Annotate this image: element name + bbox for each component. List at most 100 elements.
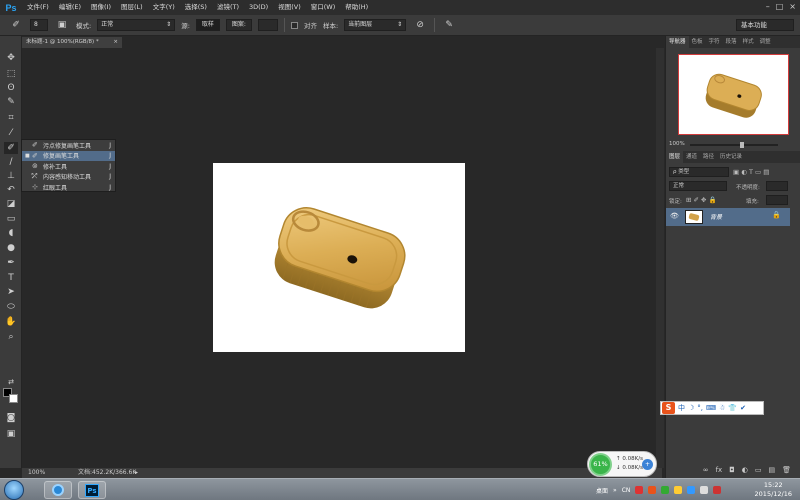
tab-character[interactable]: 字符 <box>706 36 723 48</box>
lock-icons[interactable]: ⊞ ✐ ✥ 🔒 <box>686 196 717 204</box>
tab-paths[interactable]: 路径 <box>700 151 717 163</box>
moon-icon[interactable]: ☽ <box>688 404 694 412</box>
background-color-swatch[interactable] <box>9 394 18 403</box>
skin-icon[interactable]: ☃ <box>719 404 725 412</box>
mode-select[interactable]: 正常 ⇕ <box>97 19 176 31</box>
close-button[interactable]: × <box>789 2 796 11</box>
ime-language[interactable]: 中 <box>678 403 685 413</box>
taskbar-photoshop-button[interactable]: Ps <box>78 481 106 499</box>
lasso-tool-icon[interactable]: ʘ <box>4 82 18 94</box>
layer-filter-icons[interactable]: ▣ ◐ T ▭ ▤ <box>733 168 769 176</box>
menu-edit[interactable]: 编辑(E) <box>54 0 86 15</box>
language-indicator[interactable]: CN <box>622 487 631 494</box>
network-speed-widget[interactable]: 61% ↑ 0.08K/s ↓ 0.08K/s + <box>587 451 657 477</box>
navigator-zoom[interactable]: 100% <box>669 141 685 147</box>
brush-tool-icon[interactable]: ∕ <box>4 156 18 168</box>
close-icon[interactable]: × <box>113 37 118 48</box>
menu-window[interactable]: 窗口(W) <box>306 0 341 15</box>
ignore-adjustment-icon[interactable]: ⊘ <box>412 18 428 32</box>
menu-view[interactable]: 视图(V) <box>273 0 306 15</box>
tab-layers[interactable]: 图层 <box>666 151 684 163</box>
fill-field[interactable] <box>766 195 788 205</box>
tray-sogou-icon[interactable] <box>648 486 657 494</box>
tab-channels[interactable]: 通道 <box>683 151 700 163</box>
swap-colors-icon[interactable]: ⇄ <box>4 376 18 388</box>
healing-brush-preset-icon[interactable]: ✐ <box>8 18 24 32</box>
menu-file[interactable]: 文件(F) <box>22 0 54 15</box>
flyout-item[interactable]: ⊚ 修补工具 J <box>22 161 115 172</box>
tray-app-icon[interactable] <box>635 486 644 494</box>
menu-image[interactable]: 图像(I) <box>86 0 116 15</box>
layer-row[interactable]: 👁 背景 🔒 <box>666 208 790 226</box>
keyboard-icon[interactable]: ⌨ <box>706 404 716 412</box>
slider-knob[interactable] <box>740 142 744 148</box>
tools-icon[interactable]: ✔ <box>740 404 746 412</box>
eyedropper-tool-icon[interactable]: ⁄ <box>4 127 18 139</box>
chevron-icon[interactable]: » <box>613 487 617 494</box>
flyout-item[interactable]: ■ ✐ 修复画笔工具 J <box>22 150 115 161</box>
delete-layer-icon[interactable]: 🗑 <box>782 466 791 478</box>
menu-type[interactable]: 文字(Y) <box>148 0 180 15</box>
blur-tool-icon[interactable]: ◖ <box>4 227 18 239</box>
workspace-select[interactable]: 基本功能 <box>736 19 794 31</box>
screen-mode-icon[interactable]: ▣ <box>4 428 18 440</box>
pressure-icon[interactable]: ✎ <box>441 18 457 32</box>
desktop-toolbar[interactable]: 桌面 <box>596 486 608 495</box>
status-menu-arrow[interactable]: ▸ <box>135 468 138 478</box>
type-tool-icon[interactable]: T <box>4 272 18 284</box>
navigator-zoom-slider[interactable] <box>690 142 778 148</box>
blend-mode-select[interactable]: 正常 <box>669 181 727 191</box>
tray-flag-icon[interactable] <box>713 486 722 494</box>
tab-swatches[interactable]: 色板 <box>689 36 706 48</box>
dodge-tool-icon[interactable]: ● <box>4 242 18 254</box>
menu-filter[interactable]: 滤镜(T) <box>212 0 244 15</box>
zoom-level[interactable]: 100% <box>28 468 45 478</box>
layer-filter-select[interactable]: ρ 类型 <box>669 167 729 177</box>
link-layers-icon[interactable]: ∞ <box>703 466 709 478</box>
flyout-item[interactable]: ⊹ 红眼工具 J <box>22 182 115 193</box>
eraser-tool-icon[interactable]: ◪ <box>4 198 18 210</box>
crop-tool-icon[interactable]: ⌗ <box>4 112 18 124</box>
clone-stamp-tool-icon[interactable]: ⊥ <box>4 170 18 182</box>
sample-select[interactable]: 当前图层 ⇕ <box>344 19 407 31</box>
tray-volume-icon[interactable] <box>700 486 709 494</box>
opacity-field[interactable] <box>766 181 788 191</box>
tab-navigator[interactable]: 导航器 <box>666 36 689 48</box>
gradient-tool-icon[interactable]: ▭ <box>4 213 18 225</box>
sogou-logo-icon[interactable]: S <box>662 402 675 414</box>
path-select-tool-icon[interactable]: ➤ <box>4 286 18 298</box>
source-sampled-button[interactable]: 取样 <box>195 19 220 31</box>
pattern-picker[interactable] <box>257 19 278 31</box>
minimize-button[interactable]: – <box>766 2 770 11</box>
tab-paragraph[interactable]: 段落 <box>723 36 740 48</box>
move-tool-icon[interactable]: ✥ <box>4 52 18 64</box>
aligned-checkbox[interactable] <box>290 21 298 29</box>
tab-adjustments[interactable]: 调整 <box>757 36 774 48</box>
tray-notify-icon[interactable] <box>674 486 683 494</box>
brush-panel-icon[interactable]: ▣ <box>54 18 70 32</box>
punctuation-icon[interactable]: °, <box>697 404 703 412</box>
layer-style-icon[interactable]: fx <box>716 466 723 478</box>
history-brush-tool-icon[interactable]: ↶ <box>4 184 18 196</box>
flyout-item[interactable]: ✐ 污点修复画笔工具 J <box>22 140 115 151</box>
zoom-tool-icon[interactable]: ⌕ <box>4 331 18 343</box>
menu-layer[interactable]: 图层(L) <box>116 0 148 15</box>
visibility-eye-icon[interactable]: 👁 <box>670 212 679 220</box>
maximize-button[interactable]: □ <box>776 2 784 11</box>
new-group-icon[interactable]: ▭ <box>755 466 762 478</box>
system-clock[interactable]: 15:22 2015/12/16 <box>755 481 792 499</box>
layer-mask-icon[interactable]: ◘ <box>729 466 735 478</box>
tray-security-icon[interactable] <box>661 486 670 494</box>
quick-mask-icon[interactable]: ◙ <box>4 412 18 424</box>
menu-select[interactable]: 选择(S) <box>180 0 212 15</box>
tab-history[interactable]: 历史记录 <box>717 151 745 163</box>
source-pattern-button[interactable]: 图案: <box>225 19 252 31</box>
network-boost-button[interactable]: + <box>642 459 653 470</box>
document-tab[interactable]: 未标题-1 @ 100%(RGB/8) * × <box>22 37 122 48</box>
flyout-item[interactable]: ⤱ 内容感知移动工具 J <box>22 172 115 183</box>
marquee-tool-icon[interactable]: ⬚ <box>4 68 18 80</box>
document-canvas[interactable] <box>213 163 465 352</box>
new-layer-icon[interactable]: ▤ <box>768 466 775 478</box>
healing-brush-tool-icon[interactable]: ✐ <box>4 142 18 154</box>
tab-styles[interactable]: 样式 <box>740 36 757 48</box>
